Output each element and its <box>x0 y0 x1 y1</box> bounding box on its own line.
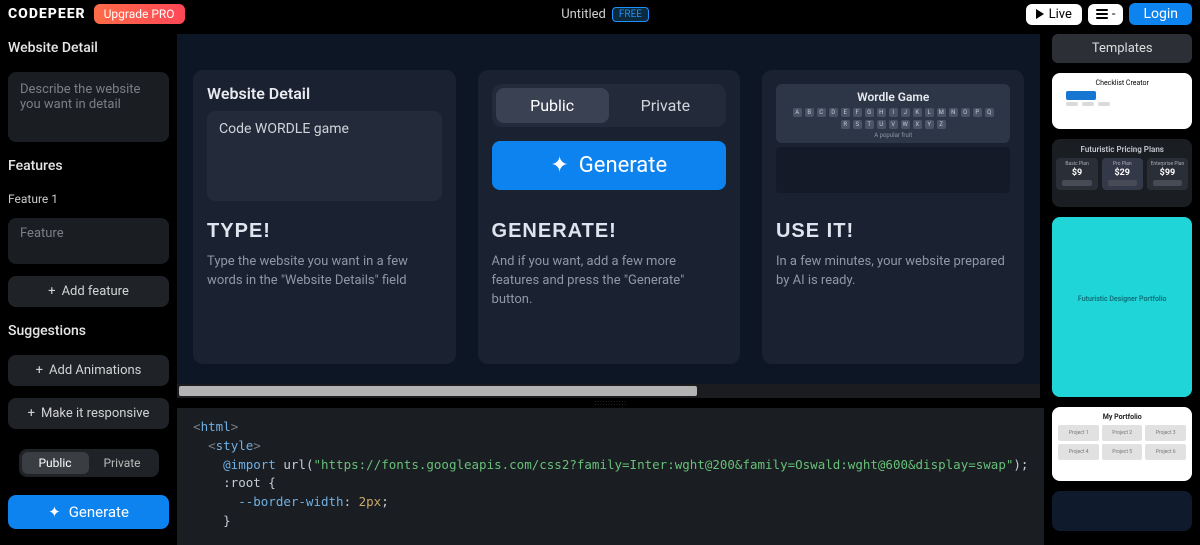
horizontal-scrollbar[interactable] <box>177 384 1040 398</box>
portfolio-cell: Project 1 <box>1058 425 1099 441</box>
scrollbar-thumb[interactable] <box>179 386 697 396</box>
live-label: Live <box>1049 7 1072 22</box>
portfolio-cell: Project 3 <box>1145 425 1186 441</box>
panel-resize-handle[interactable]: :::::::::::: <box>177 398 1044 408</box>
visibility-public[interactable]: Public <box>22 452 89 474</box>
template-title: Futuristic Designer Portfolio <box>1052 295 1192 303</box>
generate-label: Generate <box>69 503 129 521</box>
wordle-preview: Wordle Game ABCDEFGHIJKLMNOPQ RSTUVWXYZ … <box>776 84 1010 143</box>
portfolio-cell: Project 4 <box>1058 444 1099 460</box>
sparkle-icon: ✦ <box>48 503 61 521</box>
preview-generate-label: Generate <box>579 153 667 178</box>
sparkle-icon: ✦ <box>550 153 568 178</box>
upgrade-pro-button[interactable]: Upgrade PRO <box>94 4 185 24</box>
template-thumb-strip <box>1066 91 1096 100</box>
card-desc: And if you want, add a few more features… <box>492 253 726 310</box>
preview-wd-label: Website Detail <box>207 84 441 103</box>
plan-name: Basic Plan <box>1058 161 1095 167</box>
template-cyan-portfolio[interactable]: Futuristic Designer Portfolio <box>1052 217 1192 397</box>
visibility-toggle[interactable]: Public Private <box>19 449 159 477</box>
menu-dash: - <box>1112 7 1116 22</box>
app-logo: CODEPEER <box>8 6 86 22</box>
template-title: Checklist Creator <box>1058 79 1186 87</box>
play-icon <box>1036 9 1044 19</box>
live-button[interactable]: Live <box>1026 4 1082 25</box>
preview-visibility-toggle: Public Private <box>492 84 726 127</box>
portfolio-cell: Project 5 <box>1102 444 1143 460</box>
wordle-title: Wordle Game <box>782 90 1004 104</box>
card-desc: In a few minutes, your website prepared … <box>776 253 1010 291</box>
make-responsive-label: Make it responsive <box>41 406 149 421</box>
plan-name: Pro Plan <box>1104 161 1141 167</box>
plan-price: $29 <box>1104 168 1141 178</box>
login-button[interactable]: Login <box>1129 3 1192 25</box>
preview-generate-button: ✦ Generate <box>492 141 726 190</box>
preview-wd-input: Code WORDLE game <box>207 111 441 201</box>
plan-price: $99 <box>1149 168 1186 178</box>
features-heading: Features <box>8 154 169 178</box>
add-feature-label: Add feature <box>62 284 129 299</box>
add-feature-button[interactable]: + Add feature <box>8 276 169 307</box>
template-pricing[interactable]: Futuristic Pricing Plans Basic Plan $9 P… <box>1052 139 1192 207</box>
plan-price: $9 <box>1058 168 1095 178</box>
template-checklist[interactable]: Checklist Creator <box>1052 73 1192 129</box>
visibility-private[interactable]: Private <box>89 452 156 474</box>
hamburger-icon <box>1096 9 1108 19</box>
plus-icon: + <box>48 284 55 299</box>
template-my-portfolio[interactable]: My Portfolio Project 1 Project 2 Project… <box>1052 407 1192 481</box>
templates-button[interactable]: Templates <box>1052 34 1192 63</box>
add-animations-label: Add Animations <box>49 363 141 378</box>
wordle-letters: ABCDEFGHIJKLMNOPQ RSTUVWXYZ <box>792 108 994 129</box>
feature-1-input[interactable]: Feature <box>8 218 169 264</box>
preview-private: Private <box>609 88 722 123</box>
website-detail-input[interactable]: Describe the website you want in detail <box>8 72 169 142</box>
plan-name: Enterprise Plan <box>1149 161 1186 167</box>
feature-1-label: Feature 1 <box>8 192 169 206</box>
add-animations-button[interactable]: + Add Animations <box>8 355 169 386</box>
wordle-grid <box>776 147 1010 193</box>
plus-icon: + <box>36 363 43 378</box>
onboarding-card-useit: Wordle Game ABCDEFGHIJKLMNOPQ RSTUVWXYZ … <box>762 70 1024 364</box>
onboarding-card-type: Website Detail Code WORDLE game TYPE! Ty… <box>193 70 455 364</box>
menu-button[interactable]: - <box>1088 4 1124 25</box>
code-editor[interactable]: <html> <style> @import url("https://font… <box>177 408 1044 545</box>
card-heading: TYPE! <box>207 220 441 243</box>
generate-button[interactable]: ✦ Generate <box>8 495 169 529</box>
plus-icon: + <box>28 406 35 421</box>
template-dark[interactable] <box>1052 491 1192 531</box>
preview-public: Public <box>496 88 609 123</box>
template-title: Futuristic Pricing Plans <box>1056 145 1188 154</box>
preview-stage: Website Detail Code WORDLE game TYPE! Ty… <box>177 34 1040 384</box>
card-heading: USE IT! <box>776 220 1010 243</box>
make-responsive-button[interactable]: + Make it responsive <box>8 398 169 429</box>
portfolio-cell: Project 6 <box>1145 444 1186 460</box>
suggestions-heading: Suggestions <box>8 319 169 343</box>
card-desc: Type the website you want in a few words… <box>207 253 441 291</box>
document-title[interactable]: Untitled <box>561 7 606 22</box>
website-detail-heading: Website Detail <box>8 36 169 60</box>
card-heading: GENERATE! <box>492 220 726 243</box>
template-title: My Portfolio <box>1058 413 1186 421</box>
free-badge: FREE <box>612 7 649 22</box>
onboarding-card-generate: Public Private ✦ Generate GENERATE! And … <box>478 70 740 364</box>
wordle-hint: A popular fruit <box>782 132 1004 139</box>
portfolio-cell: Project 2 <box>1102 425 1143 441</box>
